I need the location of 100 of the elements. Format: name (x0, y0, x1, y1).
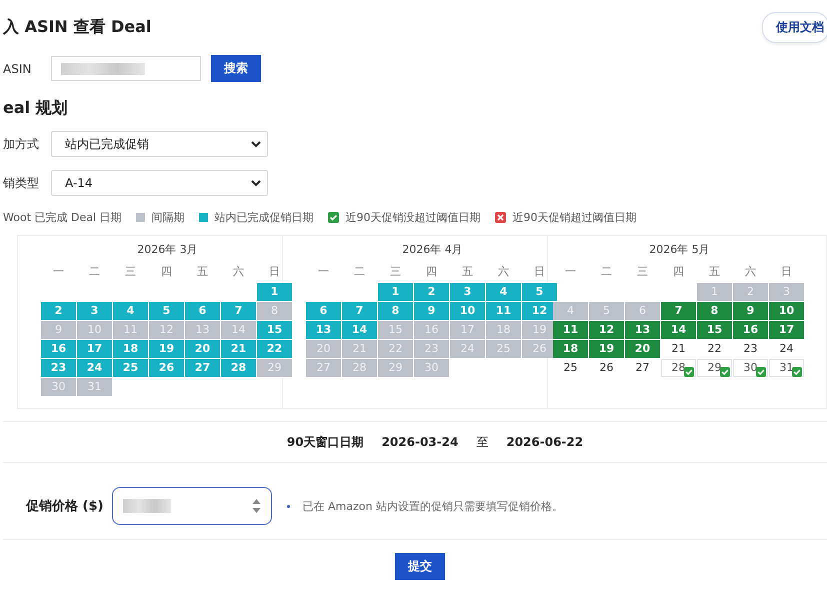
legend-label: 近90天促销没超过阈值日期 (346, 210, 481, 225)
calendar-day[interactable]: 13 (625, 321, 660, 339)
weekday-label: 三 (636, 264, 649, 280)
legend-label: Woot 已完成 Deal 日期 (3, 210, 122, 225)
calendar-day[interactable]: 6 (306, 302, 341, 320)
calendar-day[interactable]: 10 (769, 302, 804, 320)
chevron-down-icon (251, 140, 261, 148)
calendar-day[interactable]: 20 (185, 340, 220, 358)
calendar-day[interactable]: 7 (661, 302, 696, 320)
calendar-day[interactable]: 2 (414, 283, 449, 301)
calendar-day[interactable]: 8 (378, 302, 413, 320)
price-input-field[interactable] (112, 487, 272, 525)
calendar-day[interactable]: 18 (113, 340, 148, 358)
calendar-day[interactable]: 28 (661, 359, 696, 377)
calendar-day[interactable]: 11 (486, 302, 521, 320)
weekday-label: 一 (52, 264, 65, 280)
calendar-day[interactable]: 15 (257, 321, 292, 339)
calendar-day[interactable]: 3 (77, 302, 112, 320)
check-icon (684, 367, 694, 377)
calendar-day[interactable]: 12 (589, 321, 624, 339)
calendar-day[interactable]: 17 (77, 340, 112, 358)
check-icon (792, 367, 802, 377)
calendar-day[interactable]: 15 (697, 321, 732, 339)
price-label: 促销价格 ($) (26, 498, 104, 515)
calendar-day[interactable]: 27 (185, 359, 220, 377)
calendar-day[interactable]: 25 (113, 359, 148, 377)
calendar-day[interactable]: 20 (625, 340, 660, 358)
weekday-label: 日 (780, 264, 793, 280)
calendar-day[interactable]: 31 (769, 359, 804, 377)
calendar-day[interactable]: 4 (113, 302, 148, 320)
calendar-day[interactable]: 23 (41, 359, 76, 377)
calendar-day[interactable]: 7 (221, 302, 256, 320)
calendar-day[interactable]: 23 (733, 340, 768, 358)
calendar-day[interactable]: 21 (661, 340, 696, 358)
weekday-label: 一 (564, 264, 577, 280)
price-note: 已在 Amazon 站内设置的促销只需要填写促销价格。 (302, 498, 563, 514)
calendar-day[interactable]: 17 (769, 321, 804, 339)
calendar-day[interactable]: 16 (41, 340, 76, 358)
calendar-day[interactable]: 21 (221, 340, 256, 358)
asin-input-field[interactable] (51, 56, 201, 81)
calendar-day[interactable]: 22 (697, 340, 732, 358)
calendar-day[interactable]: 19 (149, 340, 184, 358)
weekday-label: 一 (317, 264, 330, 280)
weekday-label: 三 (389, 264, 402, 280)
calendar-day[interactable]: 7 (342, 302, 377, 320)
docs-button[interactable]: 使用文档 (762, 12, 827, 43)
calendar-day[interactable]: 28 (221, 359, 256, 377)
calendar-day[interactable]: 6 (185, 302, 220, 320)
calendar-day[interactable]: 9 (414, 302, 449, 320)
submit-button[interactable]: 提交 (395, 553, 445, 580)
calendar-day[interactable]: 30 (733, 359, 768, 377)
select-field[interactable]: 站内已完成促销 (51, 131, 268, 157)
calendar-day[interactable]: 29 (697, 359, 732, 377)
legend-label: 间隔期 (152, 210, 185, 225)
calendar-day[interactable]: 9 (733, 302, 768, 320)
check-icon (720, 367, 730, 377)
calendar-day[interactable]: 18 (553, 340, 588, 358)
calendar-day[interactable]: 24 (769, 340, 804, 358)
legend-swatch-icon (198, 213, 208, 222)
calendar-day[interactable]: 27 (625, 359, 660, 377)
select-field[interactable]: A-14 (51, 170, 268, 196)
window-end-date: 2026-06-22 (506, 435, 584, 449)
field-label: 销类型 (3, 174, 40, 192)
calendar-day[interactable]: 1 (378, 283, 413, 301)
weekday-label: 二 (88, 264, 101, 280)
calendar-day[interactable]: 8 (697, 302, 732, 320)
calendar-day[interactable]: 10 (450, 302, 485, 320)
legend-label: 近90天促销超过阈值日期 (512, 210, 637, 225)
weekday-label: 六 (232, 264, 245, 280)
calendar-day[interactable]: 24 (77, 359, 112, 377)
legend-swatch-icon (136, 213, 145, 222)
search-button[interactable]: 搜索 (211, 55, 261, 82)
window-start-date: 2026-03-24 (382, 435, 458, 449)
calendar-day[interactable]: 3 (450, 283, 485, 301)
cross-icon (494, 212, 506, 223)
calendar-day[interactable]: 19 (589, 340, 624, 358)
calendar-day[interactable]: 4 (486, 283, 521, 301)
calendar-day[interactable]: 26 (589, 359, 624, 377)
asin-label: ASIN (3, 62, 32, 76)
calendar-day[interactable]: 2 (41, 302, 76, 320)
calendar-day[interactable]: 16 (733, 321, 768, 339)
calendar-day[interactable]: 1 (257, 283, 292, 301)
calendar-day[interactable]: 5 (522, 283, 557, 301)
calendar-day[interactable]: 5 (149, 302, 184, 320)
weekday-label: 五 (708, 264, 721, 280)
calendar-day[interactable]: 11 (553, 321, 588, 339)
window-label: 90天窗口日期 (286, 434, 364, 450)
calendar-day[interactable]: 25 (553, 359, 588, 377)
bullet-icon (287, 504, 290, 508)
calendar-day[interactable]: 26 (149, 359, 184, 377)
weekday-label: 五 (196, 264, 209, 280)
weekday-label: 四 (160, 264, 173, 280)
field-label: 加方式 (3, 136, 40, 152)
weekday-label: 五 (461, 264, 474, 280)
calendar-day[interactable]: 22 (257, 340, 292, 358)
calendar-day[interactable]: 14 (342, 321, 377, 339)
calendar-day[interactable]: 13 (306, 321, 341, 339)
weekday-label: 三 (124, 264, 137, 280)
calendar-day[interactable]: 14 (661, 321, 696, 339)
check-icon (328, 212, 339, 223)
